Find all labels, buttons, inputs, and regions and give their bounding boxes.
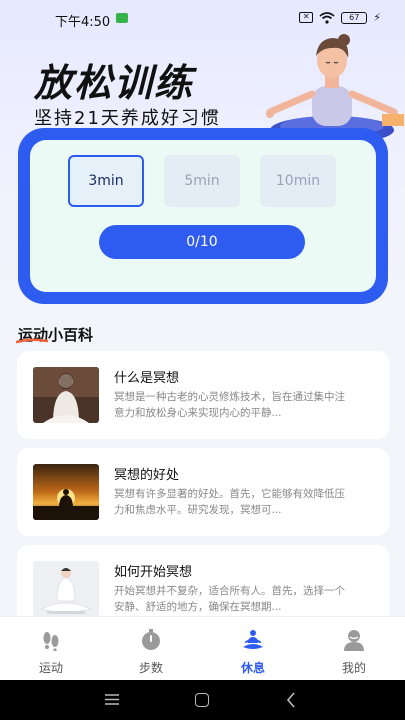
tab-label: 休息: [240, 661, 265, 675]
stopwatch-icon: [142, 629, 160, 650]
bottom-tab-bar: 运动 步数 休息 我的: [0, 616, 405, 680]
charging-icon: ⚡: [373, 11, 381, 24]
article-description: 冥想有许多显著的好处。首先，它能够有效降低压力和焦虑水平。研究发现，冥想可...: [114, 488, 345, 516]
page-subtitle: 坚持21天养成好习惯: [34, 108, 221, 129]
wifi-icon: [319, 11, 335, 24]
article-thumbnail-sunset-meditation: [33, 464, 99, 520]
tab-steps[interactable]: 步数: [111, 617, 191, 681]
duration-option-3min[interactable]: 3min: [68, 155, 144, 207]
training-selection-card: 3min 5min 10min 0/10: [18, 128, 388, 304]
section-underline: [16, 338, 48, 344]
article-title: 冥想的好处: [114, 468, 180, 483]
sim-icon: [116, 13, 128, 23]
status-icons: ✕ 67 ⚡: [299, 11, 381, 24]
start-training-progress-button[interactable]: 0/10: [99, 225, 305, 259]
article-title: 如何开始冥想: [114, 565, 193, 580]
article-card[interactable]: 冥想的好处 冥想有许多显著的好处。首先，它能够有效降低压力和焦虑水平。研究发现，…: [17, 448, 389, 536]
tab-rest[interactable]: 休息: [213, 617, 293, 681]
back-icon[interactable]: [286, 692, 296, 708]
article-thumbnail-seated-meditation: [33, 561, 99, 617]
recent-apps-icon[interactable]: [105, 694, 119, 705]
article-thumbnail-meditation-woman: [33, 367, 99, 423]
training-selection-panel: 3min 5min 10min 0/10: [30, 140, 376, 292]
footprints-icon: [43, 632, 59, 651]
tab-label: 步数: [138, 661, 163, 675]
home-icon[interactable]: [195, 693, 209, 707]
tab-profile[interactable]: 我的: [314, 617, 394, 681]
no-sim-icon: ✕: [299, 12, 314, 23]
tab-label: 运动: [38, 661, 63, 675]
duration-option-10min[interactable]: 10min: [260, 155, 336, 207]
status-time: 下午4:50: [55, 15, 111, 30]
profile-icon: [344, 630, 364, 651]
article-description: 开始冥想并不复杂，适合所有人。首先，选择一个安静、舒适的地方，确保在冥想期...: [114, 585, 345, 613]
article-title: 什么是冥想: [114, 371, 180, 386]
article-card[interactable]: 什么是冥想 冥想是一种古老的心灵修炼技术，旨在通过集中注意力和放松身心来实现内心…: [17, 351, 389, 439]
tab-label: 我的: [341, 661, 366, 675]
duration-option-5min[interactable]: 5min: [164, 155, 240, 207]
meditation-icon: [243, 630, 263, 649]
page-title: 放松训练: [34, 60, 195, 105]
article-description: 冥想是一种古老的心灵修炼技术，旨在通过集中注意力和放松身心来实现内心的平静...: [114, 391, 345, 419]
battery-level: 67: [349, 12, 360, 22]
tab-exercise[interactable]: 运动: [11, 617, 91, 681]
battery-icon: 67: [341, 11, 368, 24]
system-navigation-bar: [0, 680, 405, 720]
